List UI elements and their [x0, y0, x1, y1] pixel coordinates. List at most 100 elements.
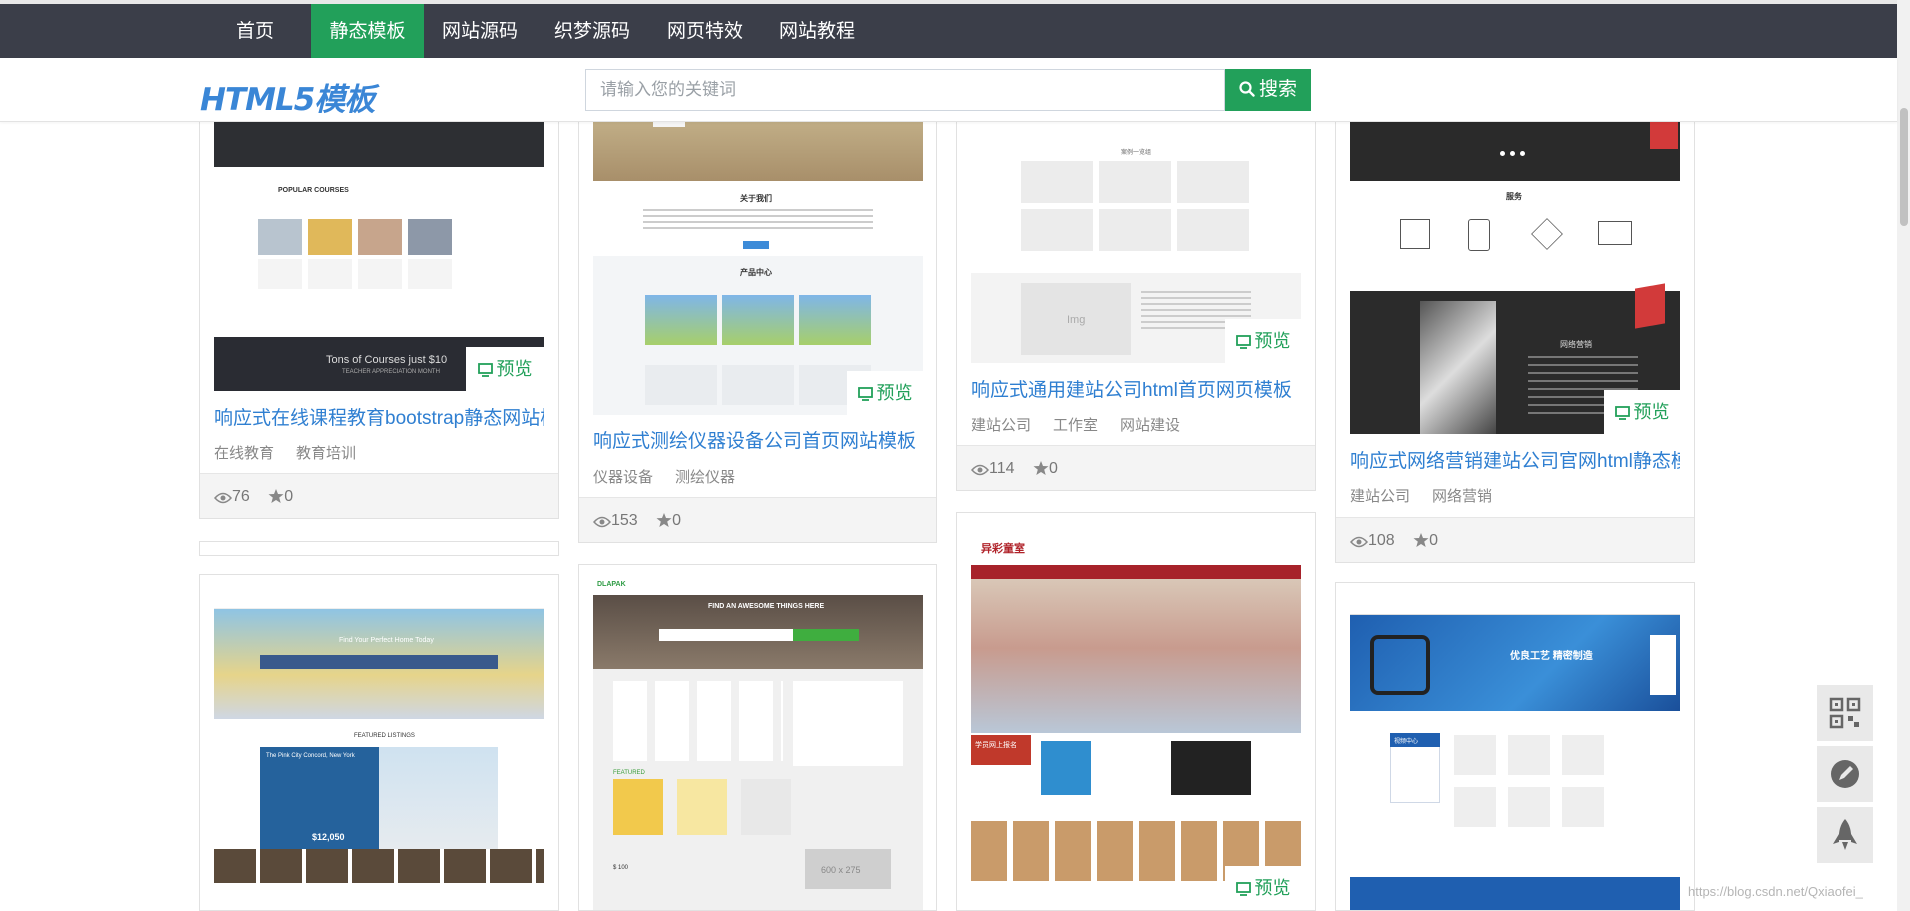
tag[interactable]: 网站建设 [1120, 417, 1180, 434]
template-thumbnail[interactable]: 关于我们 产品中心 预览 [593, 101, 923, 415]
template-tags: 仪器设备 测绘仪器 [593, 466, 757, 487]
nav-item-tutorials[interactable]: 网站教程 [772, 0, 862, 58]
template-thumbnail[interactable]: POPULAR COURSES Tons of Courses just $10… [214, 101, 544, 391]
qrcode-icon [1829, 697, 1861, 729]
tag[interactable]: 仪器设备 [593, 469, 653, 486]
thumb-banner-text: Tons of Courses just $10 [326, 354, 448, 366]
thumb-hero-text: 优良工艺 精密制造 [1510, 651, 1593, 662]
star-icon [1033, 461, 1049, 475]
thumb-listing-image [379, 747, 498, 857]
template-thumbnail[interactable]: Find Your Perfect Home Today FEATURED LI… [214, 587, 544, 910]
template-card[interactable]: 关于我们 产品中心 预览 响应式测绘仪器设备公司首页网站模板 仪器设备 测绘仪器 … [578, 100, 937, 543]
product-image [645, 295, 717, 345]
eye-icon [1349, 536, 1369, 548]
preview-button[interactable]: 预览 [1225, 319, 1301, 363]
product-image [1508, 735, 1550, 775]
monitor-icon [477, 363, 493, 377]
site-logo[interactable]: HTML5模板 [200, 74, 375, 119]
thumb-section-title: 关于我们 [740, 194, 772, 203]
template-card[interactable]: 异彩童室 学员网上报名 预览 [956, 512, 1316, 911]
nav-item-static-templates[interactable]: 静态模板 [311, 0, 424, 58]
template-tags: 在线教育 教育培训 [214, 442, 378, 463]
service-icon [1468, 219, 1490, 251]
preview-button[interactable]: 预览 [1604, 390, 1680, 434]
top-strip [0, 0, 1897, 4]
template-thumbnail[interactable]: 服务 网络营销 预览 [1350, 101, 1680, 434]
product-image [799, 295, 871, 345]
template-card[interactable]: 案例一览组 Img 预览 响应式通用建站公司html首页网页模板 建站公司 工作室… [956, 100, 1316, 491]
thumb-section-title: FEATURED [613, 770, 645, 776]
thumb-hero [971, 579, 1301, 733]
search-button[interactable]: 搜索 [1225, 69, 1311, 111]
thumb-nav [214, 587, 544, 609]
template-thumbnail[interactable]: 案例一览组 Img 预览 [971, 101, 1301, 363]
thumb-section-title: FEATURED LISTINGS [354, 733, 415, 739]
img-placeholder [1021, 209, 1093, 251]
template-thumbnail[interactable]: DLAPAK FIND AN AWESOME THINGS HERE FEATU… [593, 577, 923, 910]
tag[interactable]: 建站公司 [971, 417, 1031, 434]
thumb-categories [613, 681, 783, 761]
star-icon [656, 513, 672, 527]
thumb-hero-text: Find Your Perfect Home Today [339, 637, 434, 644]
qrcode-button[interactable] [1817, 685, 1873, 741]
nav-item-web-effects[interactable]: 网页特效 [660, 0, 750, 58]
preview-button[interactable]: 预览 [466, 347, 544, 391]
template-card[interactable]: 优良工艺 精密制造 视频中心 [1335, 582, 1695, 911]
thumb-heading: POPULAR COURSES [278, 187, 349, 194]
nav-item-dede-source[interactable]: 织梦源码 [547, 0, 637, 58]
template-title[interactable]: 响应式通用建站公司html首页网页模板 [971, 375, 1301, 402]
scrollbar-thumb[interactable] [1900, 108, 1908, 226]
template-title[interactable]: 响应式在线课程教育bootstrap静态网站模 [214, 403, 544, 430]
thumb-section-title: 产品中心 [740, 268, 772, 277]
thumb-image [1041, 741, 1091, 795]
tag[interactable]: 在线教育 [214, 445, 274, 462]
rocket-icon [1833, 819, 1857, 850]
preview-button[interactable]: 预览 [847, 371, 923, 415]
tag[interactable]: 测绘仪器 [675, 469, 735, 486]
search-box [585, 69, 1226, 111]
thumb-heading: 案例一览组 [1121, 150, 1152, 156]
search-input[interactable] [586, 70, 1226, 110]
thumb-search-btn [793, 629, 859, 641]
template-card[interactable]: DLAPAK FIND AN AWESOME THINGS HERE FEATU… [578, 564, 937, 911]
template-thumbnail[interactable]: 异彩童室 学员网上报名 预览 [971, 525, 1301, 910]
course-image [258, 219, 302, 255]
tag[interactable]: 网络营销 [1432, 488, 1492, 505]
thumb-listing-name: The Pink City Concord, New York [266, 753, 355, 759]
top-nav: 首页 静态模板 网站源码 织梦源码 网页特效 网站教程 [0, 0, 1897, 58]
nav-item-site-source[interactable]: 网站源码 [435, 0, 525, 58]
preview-button[interactable]: 预览 [1225, 866, 1301, 910]
card-stats: 108 0 [1336, 517, 1694, 562]
monitor-icon [1235, 882, 1251, 896]
thumb-footer [1350, 877, 1680, 910]
img-placeholder [1021, 161, 1093, 203]
monitor-icon [857, 387, 873, 401]
img-placeholder-label: Img [1067, 314, 1086, 326]
thumb-brand: DLAPAK [597, 581, 626, 588]
template-card-partial [199, 541, 559, 556]
template-card[interactable]: POPULAR COURSES Tons of Courses just $10… [199, 100, 559, 519]
img-placeholder [1099, 161, 1171, 203]
template-tags: 建站公司 工作室 网站建设 [971, 414, 1202, 435]
tag[interactable]: 教育培训 [296, 445, 356, 462]
tag[interactable]: 建站公司 [1350, 488, 1410, 505]
template-card[interactable]: Find Your Perfect Home Today FEATURED LI… [199, 574, 559, 911]
template-title[interactable]: 响应式测绘仪器设备公司首页网站模板 [593, 426, 923, 453]
template-tags: 建站公司 网络营销 [1350, 485, 1514, 506]
nav-item-home[interactable]: 首页 [222, 0, 288, 58]
thumb-listing-price: $12,050 [312, 832, 345, 842]
thumb-hero-text: FIND AN AWESOME THINGS HERE [708, 603, 825, 610]
thumb-quick-signup [793, 681, 903, 766]
tag[interactable]: 工作室 [1053, 417, 1098, 434]
back-to-top-button[interactable] [1817, 807, 1873, 863]
template-title[interactable]: 响应式网络营销建站公司官网html静态模 [1350, 446, 1680, 473]
template-thumbnail[interactable]: 优良工艺 精密制造 视频中心 [1350, 595, 1680, 910]
service-icon [1531, 218, 1563, 250]
eye-icon [213, 492, 233, 504]
course-text [258, 259, 302, 289]
site-header: HTML5模板 搜索 [0, 58, 1897, 122]
view-count: 108 [1349, 532, 1395, 549]
thumb-sidebar-title: 视频中心 [1394, 739, 1419, 745]
template-card[interactable]: 服务 网络营销 预览 响应式网络营销建站公司官网html静态模 建站公司 网络营销… [1335, 100, 1695, 563]
feedback-button[interactable] [1817, 746, 1873, 802]
